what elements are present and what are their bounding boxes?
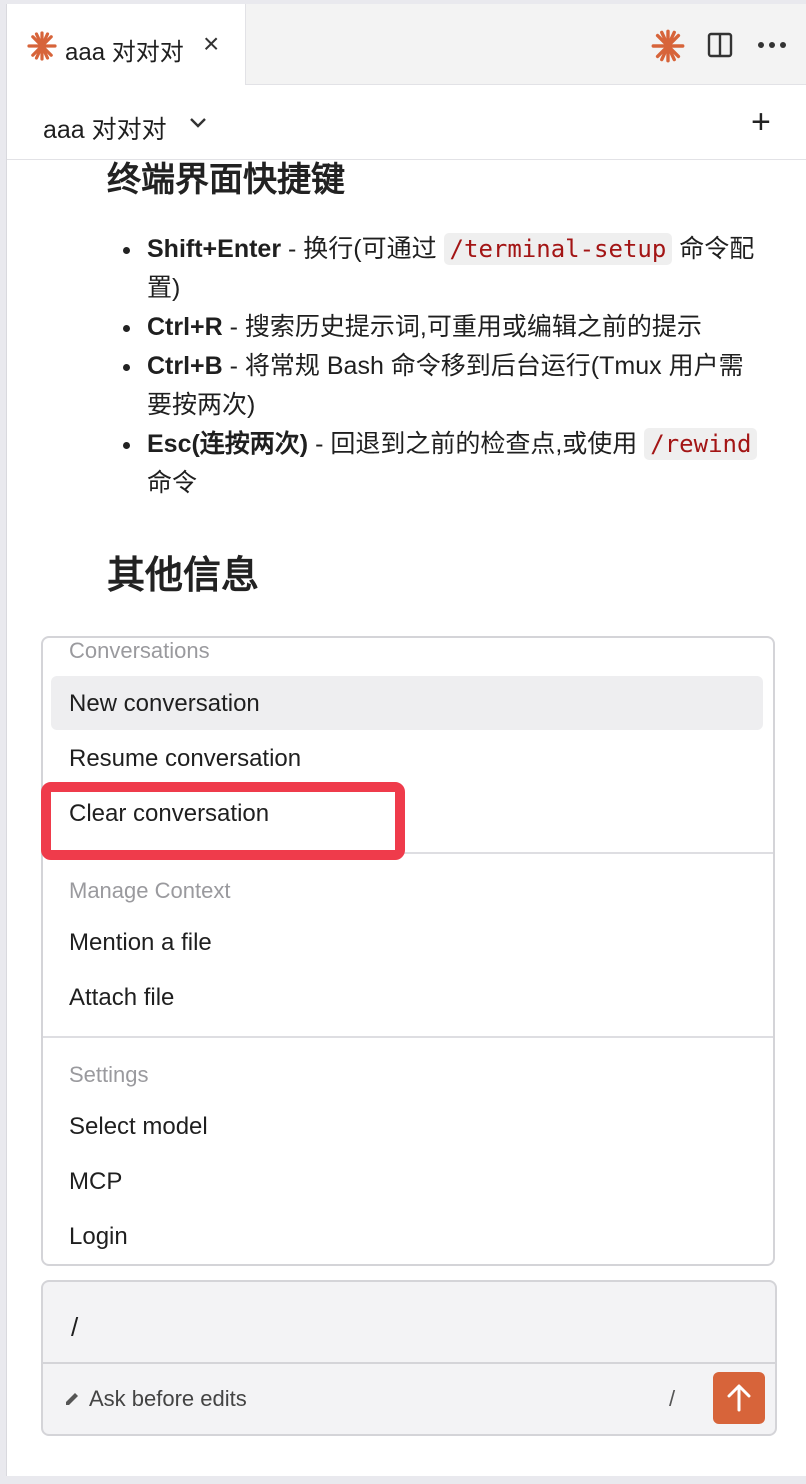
highlight-annotation-box (41, 782, 405, 860)
menu-item-mention-file[interactable]: Mention a file (69, 929, 212, 957)
list-item: Ctrl+R - 搜索历史提示词,可重用或编辑之前的提示 (121, 308, 761, 347)
menu-item-login[interactable]: Login (69, 1223, 128, 1251)
pencil-icon (66, 1393, 78, 1405)
list-item: Ctrl+B - 将常规 Bash 命令移到后台运行(Tmux 用户需要按两次) (121, 347, 761, 425)
menu-section-label: Settings (69, 1062, 149, 1087)
section-heading: 其他信息 (107, 555, 260, 597)
menu-section-label: Conversations (69, 638, 210, 663)
prompt-input[interactable]: / Ask before edits / (41, 1280, 777, 1436)
menu-item-resume-conversation[interactable]: Resume conversation (69, 745, 301, 773)
tab-active[interactable]: aaa 对对对 × (7, 4, 246, 85)
menu-item-new-conversation[interactable]: New conversation (69, 690, 260, 718)
list-item: Shift+Enter - 换行(可通过 /terminal-setup 命令配… (121, 230, 761, 308)
claude-spark-icon (27, 31, 57, 61)
session-header: aaa 对对对 + (7, 85, 806, 160)
mode-label: Ask before edits (89, 1386, 247, 1411)
command-menu: Conversations New conversation Resume co… (41, 636, 775, 1266)
menu-item-select-model[interactable]: Select model (69, 1113, 208, 1141)
menu-item-mcp[interactable]: MCP (69, 1168, 122, 1196)
menu-section-label: Manage Context (69, 878, 231, 903)
more-actions-icon[interactable] (757, 40, 787, 50)
editor-window: aaa 对对对 × aaa 对对对 + 终端界面快捷键 Shift+Enter … (6, 4, 806, 1476)
session-title[interactable]: aaa 对对对 (43, 110, 167, 146)
claude-spark-icon[interactable] (651, 29, 685, 63)
mode-selector[interactable]: Ask before edits (63, 1386, 247, 1412)
tab-title: aaa 对对对 (65, 39, 184, 66)
menu-divider (43, 1036, 773, 1038)
send-button[interactable] (713, 1372, 765, 1424)
chat-content: 终端界面快捷键 Shift+Enter - 换行(可通过 /terminal-s… (7, 144, 806, 644)
menu-item-attach-file[interactable]: Attach file (69, 984, 174, 1012)
tab-close-icon[interactable]: × (203, 28, 219, 60)
tab-bar: aaa 对对对 × (7, 4, 806, 85)
chevron-down-icon[interactable] (189, 117, 207, 129)
shortcut-list: Shift+Enter - 换行(可通过 /terminal-setup 命令配… (121, 230, 761, 503)
list-item: Esc(连按两次) - 回退到之前的检查点,或使用 /rewind 命令 (121, 425, 761, 503)
input-divider (43, 1362, 775, 1364)
arrow-up-icon (727, 1384, 751, 1412)
slash-command-button[interactable]: / (669, 1386, 675, 1412)
prompt-input-text[interactable]: / (71, 1312, 78, 1343)
split-editor-icon[interactable] (707, 32, 733, 58)
new-session-button[interactable]: + (751, 103, 771, 142)
